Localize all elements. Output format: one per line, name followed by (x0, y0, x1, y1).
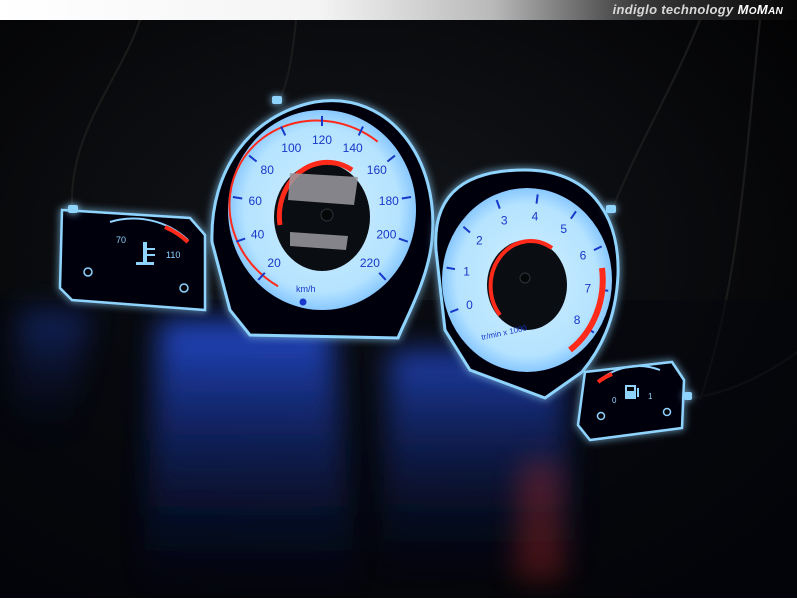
speedometer-needle-hub (320, 208, 334, 222)
tachometer-label: 7 (585, 282, 592, 296)
tachometer-tick (535, 194, 539, 204)
tagline: indiglo technology (612, 2, 734, 17)
connector-led (272, 96, 282, 104)
shelf-reflections (0, 300, 797, 598)
brand-name: MOMAN (737, 2, 783, 17)
speedometer-label: 140 (343, 141, 363, 155)
brand-watermark: indiglo technology MOMAN (613, 2, 783, 17)
speedometer-label: 60 (249, 194, 263, 208)
speedometer-label: 220 (360, 256, 380, 270)
fuel-high-label: 1 (648, 392, 653, 401)
speedometer-label: 200 (376, 227, 396, 241)
temperature-gauge-plate (58, 208, 207, 312)
photo-frame: indiglo technology MOMAN 70 110 20 40 60… (0, 0, 797, 601)
speedometer-upper-window (288, 173, 358, 205)
temperature-low-label: 70 (116, 235, 126, 245)
temperature-high-label: 110 (166, 250, 180, 260)
connector-led (606, 205, 616, 213)
tachometer-label: 3 (501, 214, 508, 228)
tachometer-label: 5 (560, 222, 567, 236)
speedometer-reset-hole (299, 298, 307, 306)
connector-led (68, 205, 78, 213)
tachometer-center (487, 240, 567, 330)
fuel-screw (596, 411, 606, 421)
temperature-screw (83, 267, 93, 277)
gauge-cluster-photo: 70 110 20406080100120140160180200220 km/… (0, 20, 797, 598)
header-bar: indiglo technology MOMAN (0, 0, 797, 20)
speedometer-unit: km/h (296, 284, 316, 294)
speedometer-label: 80 (261, 163, 275, 177)
speedometer-label: 20 (267, 256, 281, 270)
speedometer-label: 100 (281, 141, 301, 155)
speedometer-label: 120 (312, 133, 332, 147)
tachometer-label: 2 (476, 234, 483, 248)
tachometer-label: 1 (463, 264, 470, 278)
fuel-gauge: 0 1 (576, 360, 686, 442)
fuel-gauge-plate (576, 360, 686, 442)
tachometer-label: 6 (580, 249, 587, 263)
fuel-low-label: 0 (612, 396, 617, 405)
fuel-screw (662, 407, 672, 417)
tachometer-label: 4 (532, 210, 539, 224)
tachometer-label: 0 (466, 298, 473, 312)
speedometer-label: 180 (379, 194, 399, 208)
speedometer-label: 160 (367, 163, 387, 177)
tachometer-label: 8 (574, 313, 581, 327)
temperature-gauge: 70 110 (58, 208, 207, 312)
temperature-screw (179, 283, 189, 293)
tachometer-needle-hub (519, 272, 531, 284)
speedometer-label: 40 (251, 227, 265, 241)
connector-led (684, 392, 692, 400)
